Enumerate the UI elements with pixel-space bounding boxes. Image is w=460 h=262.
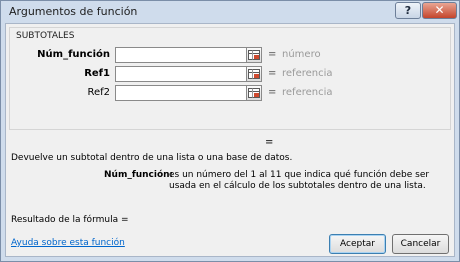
formula-equals-sign: = (265, 137, 274, 148)
arg-label-ref2: Ref2 (87, 87, 110, 98)
arg-equals-sign: = (268, 49, 277, 60)
arg-result-num-funcion: número (282, 49, 321, 60)
cancel-button[interactable]: Cancelar (392, 234, 449, 254)
function-help-link[interactable]: Ayuda sobre esta función (11, 238, 125, 248)
title-bar[interactable]: Argumentos de función ? ✕ (1, 1, 459, 23)
help-icon: ? (404, 4, 412, 17)
collapse-dialog-icon (248, 50, 260, 60)
dialog-title: Argumentos de función (9, 5, 138, 18)
arg-result-ref2: referencia (282, 87, 333, 98)
function-name: SUBTOTALES (16, 31, 75, 41)
collapse-dialog-button-ref2[interactable] (246, 85, 262, 101)
collapse-dialog-icon (248, 88, 260, 98)
formula-result-label: Resultado de la fórmula = (11, 215, 129, 225)
arg-equals-sign: = (268, 68, 277, 79)
arg-input-ref2[interactable] (115, 85, 247, 101)
close-icon: ✕ (434, 3, 445, 17)
arg-equals-sign: = (268, 87, 277, 98)
help-button[interactable]: ? (395, 2, 421, 19)
arg-input-ref1[interactable] (115, 66, 247, 82)
arg-result-ref1: referencia (282, 68, 333, 79)
collapse-dialog-icon (248, 69, 260, 79)
collapse-dialog-button-num-funcion[interactable] (246, 47, 262, 63)
function-description: Devuelve un subtotal dentro de una lista… (11, 153, 293, 163)
arg-input-num-funcion[interactable] (115, 47, 247, 63)
arg-label-num-funcion: Núm_función (37, 49, 110, 60)
close-button[interactable]: ✕ (422, 2, 457, 19)
function-arguments-dialog: Argumentos de función ? ✕ SUBTOTALES Núm… (0, 0, 460, 262)
ok-button[interactable]: Aceptar (329, 234, 386, 254)
param-help-text: es un número del 1 al 11 que indica qué … (169, 170, 430, 191)
dialog-body: SUBTOTALES Núm_función = número Ref1 = r… (5, 23, 455, 257)
arg-label-ref1: Ref1 (84, 68, 110, 79)
arguments-group: SUBTOTALES Núm_función = número Ref1 = r… (9, 27, 451, 130)
param-help-name: Núm_función: (104, 170, 174, 180)
collapse-dialog-button-ref1[interactable] (246, 66, 262, 82)
